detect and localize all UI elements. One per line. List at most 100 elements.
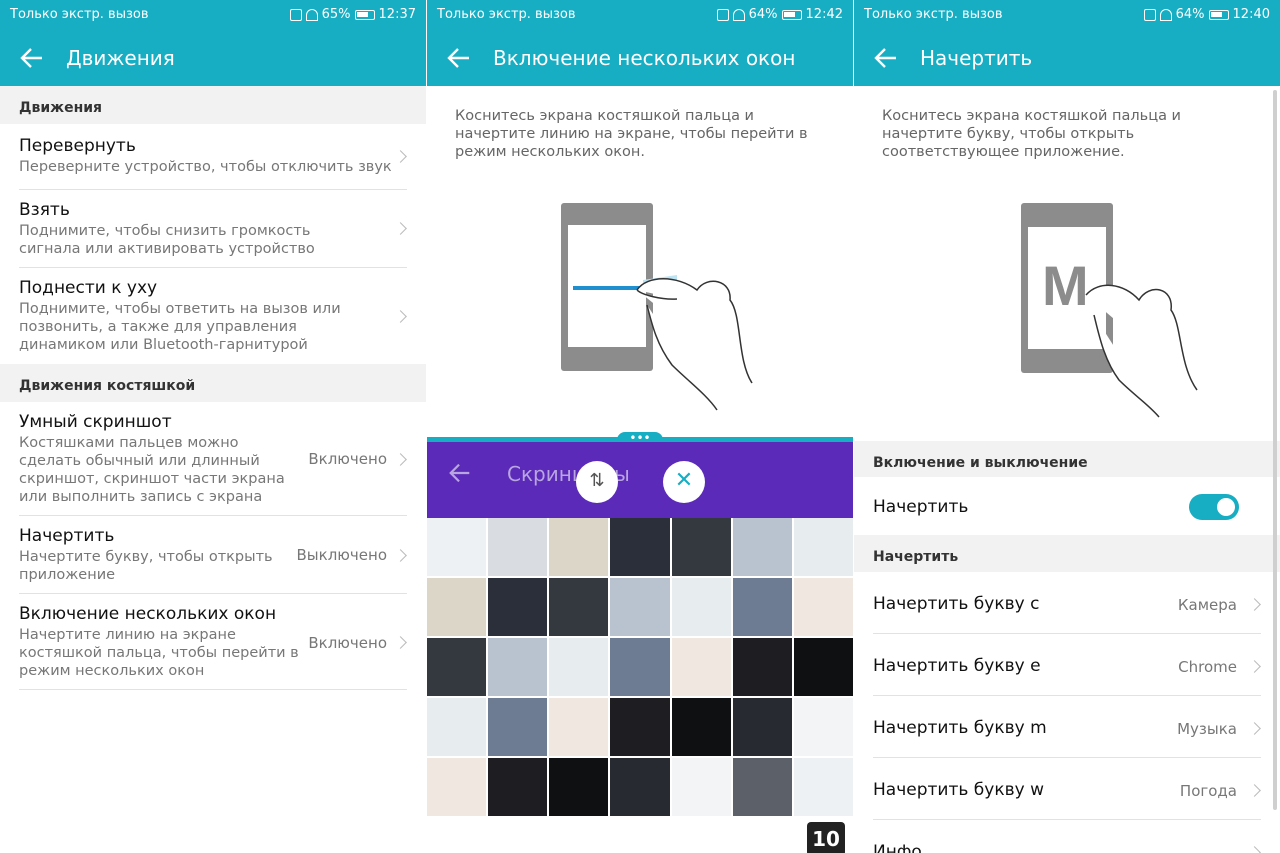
screenshot-thumbnail[interactable]: [427, 638, 487, 696]
draw-toggle-row[interactable]: Начертить: [873, 477, 1261, 535]
drawn-letter: M: [1042, 254, 1089, 317]
item-title: Умный скриншот: [19, 412, 172, 432]
screenshot-thumbnail[interactable]: [427, 758, 487, 816]
screenshot-thumbnail[interactable]: [549, 698, 609, 756]
screenshot-thumbnail[interactable]: [610, 698, 670, 756]
list-item-pickup[interactable]: Взять Поднимите, чтобы снизить громкость…: [19, 190, 407, 268]
item-status: Включено: [308, 634, 387, 652]
screenshot-thumbnail[interactable]: [732, 578, 792, 636]
row-value: Chrome: [1178, 658, 1237, 676]
screenshot-thumbnail[interactable]: [610, 518, 670, 576]
wifi-icon: [732, 8, 745, 21]
nfc-icon: [1143, 8, 1156, 21]
row-label: Начертить букву m: [873, 718, 1047, 738]
chevron-right-icon: [394, 222, 407, 235]
item-desc: Начертите букву, чтобы открыть приложени…: [19, 549, 273, 583]
screenshot-thumbnail[interactable]: [671, 578, 731, 636]
screenshot-thumbnail[interactable]: [427, 698, 487, 756]
screenshot-thumbnail[interactable]: [793, 638, 853, 696]
screenshot-thumbnail[interactable]: [549, 578, 609, 636]
item-title: Начертить: [19, 526, 115, 546]
screenshot-thumbnail[interactable]: [488, 638, 548, 696]
screenshot-thumbnail[interactable]: [671, 518, 731, 576]
wifi-icon: [1159, 8, 1172, 21]
screenshot-thumbnail[interactable]: [549, 638, 609, 696]
item-title: Поднести к уху: [19, 278, 158, 298]
back-arrow-icon[interactable]: [872, 44, 900, 72]
screenshot-thumbnail[interactable]: [732, 758, 792, 816]
item-status: Включено: [308, 450, 387, 468]
battery-icon: [781, 9, 802, 20]
draw-letter-m-row[interactable]: Начертить букву m Музыка: [873, 696, 1261, 758]
list-item-raise-to-ear[interactable]: Поднести к уху Поднимите, чтобы ответить…: [19, 268, 407, 364]
carrier-label: Только экстр. вызов: [437, 7, 576, 22]
battery-percent: 64%: [1175, 7, 1205, 22]
wifi-icon: [305, 8, 318, 21]
screenshot-thumbnail[interactable]: [488, 578, 548, 636]
row-value: Камера: [1177, 596, 1237, 614]
item-title: Перевернуть: [19, 136, 136, 156]
swap-windows-icon[interactable]: ⇅: [576, 461, 618, 503]
screenshot-thumbnail[interactable]: [488, 758, 548, 816]
screenshot-thumbnail[interactable]: [610, 578, 670, 636]
instruction-text: Коснитесь экрана костяшкой пальца и наче…: [882, 108, 1181, 160]
back-arrow-icon[interactable]: [447, 460, 473, 486]
carrier-label: Только экстр. вызов: [864, 7, 1003, 22]
battery-icon: [1208, 9, 1229, 20]
draw-letter-w-row[interactable]: Начертить букву w Погода: [873, 758, 1261, 820]
clock: 12:37: [378, 7, 416, 22]
draw-letter-illustration: M: [1021, 203, 1198, 418]
screenshot-thumbnail[interactable]: [427, 578, 487, 636]
item-desc: Костяшками пальцев можно сделать обычный…: [19, 435, 285, 505]
back-arrow-icon[interactable]: [18, 44, 46, 72]
chevron-right-icon: [1248, 784, 1261, 797]
screen-multi-window: Только экстр. вызов 64% 12:42 Включение …: [427, 0, 853, 853]
chevron-right-icon: [1248, 660, 1261, 673]
list-item-smart-screenshot[interactable]: Умный скриншот Костяшками пальцев можно …: [19, 402, 407, 516]
close-split-icon[interactable]: ✕: [663, 461, 705, 503]
screenshot-thumbnail[interactable]: [732, 698, 792, 756]
chevron-right-icon: [1248, 598, 1261, 611]
battery-icon: [354, 9, 375, 20]
screenshot-thumbnail[interactable]: [793, 758, 853, 816]
list-item-draw[interactable]: Начертить Начертите букву, чтобы открыть…: [19, 516, 407, 594]
draw-letter-e-row[interactable]: Начертить букву e Chrome: [873, 634, 1261, 696]
screenshot-thumbnail[interactable]: [549, 518, 609, 576]
screenshot-thumbnail[interactable]: [793, 518, 853, 576]
draw-letter-c-row[interactable]: Начертить букву c Камера: [873, 572, 1261, 634]
screenshot-thumbnail[interactable]: [488, 518, 548, 576]
split-app-header: Скриншоты ⇅ ✕: [427, 442, 853, 518]
clock: 12:40: [1232, 7, 1270, 22]
status-bar: Только экстр. вызов 64% 12:40: [854, 0, 1280, 30]
chevron-right-icon: [1248, 722, 1261, 735]
item-title: Включение нескольких окон: [19, 604, 277, 624]
toggle-label: Начертить: [873, 497, 969, 517]
info-row[interactable]: Инфо: [873, 820, 1261, 853]
draw-toggle-switch[interactable]: [1189, 494, 1239, 520]
item-desc: Переверните устройство, чтобы отключить …: [19, 159, 392, 175]
list-item-multi-window[interactable]: Включение нескольких окон Начертите лини…: [19, 594, 407, 690]
scrollbar[interactable]: [1273, 90, 1277, 810]
chevron-right-icon: [394, 549, 407, 562]
screenshot-thumbnail[interactable]: [610, 758, 670, 816]
screenshot-thumbnail[interactable]: [671, 698, 731, 756]
screenshot-thumbnail[interactable]: [488, 698, 548, 756]
back-arrow-icon[interactable]: [445, 44, 473, 72]
screenshot-thumbnail[interactable]: [671, 758, 731, 816]
item-status: Выключено: [296, 546, 387, 564]
screenshot-thumbnail[interactable]: [671, 638, 731, 696]
section-header-draw: Начертить: [854, 535, 1280, 572]
screenshot-thumbnail[interactable]: [732, 518, 792, 576]
screenshot-thumbnail[interactable]: [732, 638, 792, 696]
page-title: Включение нескольких окон: [493, 46, 796, 70]
status-bar: Только экстр. вызов 64% 12:42: [427, 0, 853, 30]
instruction-text: Коснитесь экрана костяшкой пальца и наче…: [455, 108, 808, 160]
screenshot-thumbnail[interactable]: [427, 518, 487, 576]
screenshot-thumbnail[interactable]: [549, 758, 609, 816]
list-item-flip[interactable]: Перевернуть Переверните устройство, чтоб…: [19, 124, 407, 190]
screenshot-thumbnail[interactable]: [793, 698, 853, 756]
count-badge: 10: [807, 822, 845, 853]
screenshot-thumbnail[interactable]: [793, 578, 853, 636]
screenshot-thumbnail[interactable]: [610, 638, 670, 696]
item-title: Взять: [19, 200, 70, 220]
